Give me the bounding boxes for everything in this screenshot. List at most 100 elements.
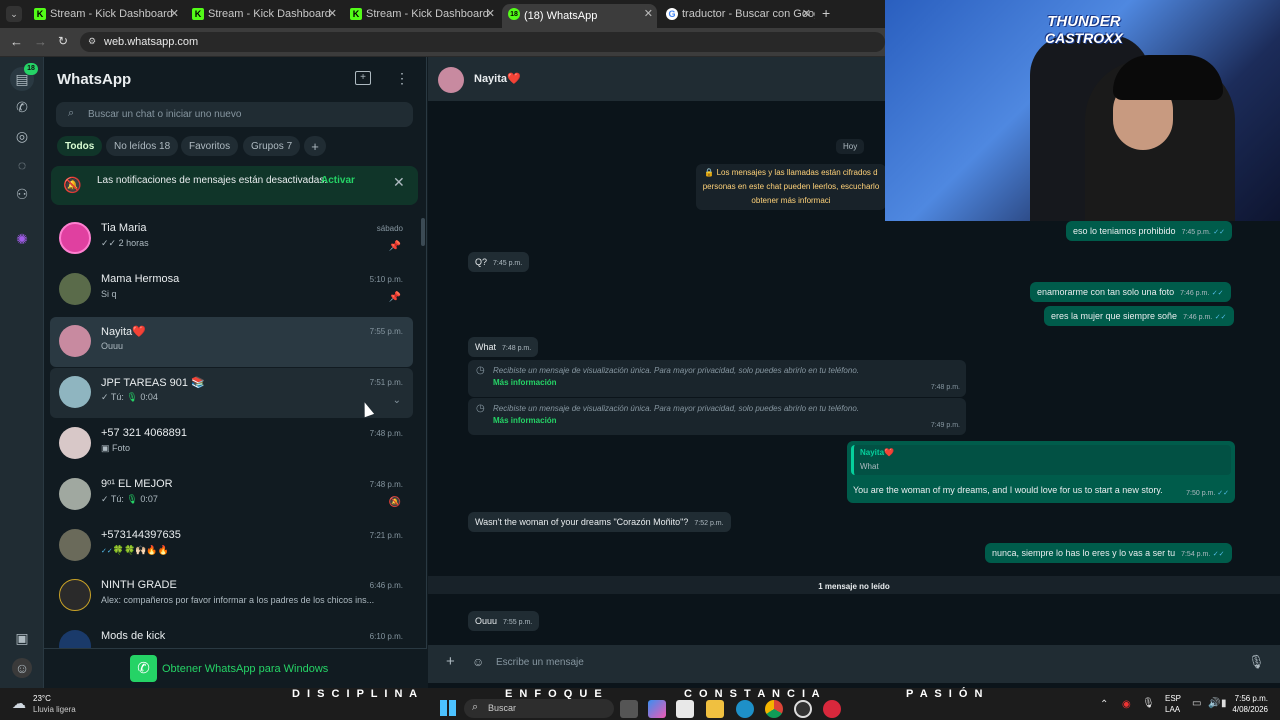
add-filter-button[interactable]: + [304,136,326,156]
message-out-reply[interactable]: Nayita❤️ What You are the woman of my dr… [847,441,1235,503]
copilot-icon[interactable] [648,700,666,718]
filter-unread[interactable]: No leídos 18 [106,136,179,156]
close-icon[interactable]: ✕ [170,7,179,20]
browser-tab-google[interactable]: Gtraductor - Buscar con Google ✕ [660,4,815,24]
chat-row[interactable]: +57 321 4068891 ▣ Foto 7:48 p.m. [50,419,413,469]
mic-icon[interactable]: 🎙 [1248,654,1265,670]
quoted-message[interactable]: Nayita❤️ What [851,445,1231,475]
close-icon[interactable]: ✕ [393,174,405,191]
message-out[interactable]: nunca, siempre lo has lo eres y lo vas a… [985,543,1232,563]
google-icon: G [666,8,678,20]
enable-notifications-link[interactable]: Activar [321,175,355,186]
new-chat-icon[interactable]: + [355,71,371,85]
message-in[interactable]: Wasn't the woman of your dreams "Corazón… [468,512,731,532]
get-app-banner[interactable]: ✆ Obtener WhatsApp para Windows [44,648,427,688]
close-icon[interactable]: ✕ [644,7,653,20]
chat-row[interactable]: Tia Maria ✓✓ 2 horas sábado 📌 [50,214,413,264]
clock-date[interactable]: 4/08/2026 [1232,705,1268,714]
weather-temp[interactable]: 23°C [33,694,51,703]
sticker-icon[interactable]: ☺ [472,655,484,669]
status-icon[interactable]: ◎ [12,126,32,146]
contact-name[interactable]: Nayita❤️ [474,72,521,85]
media-icon[interactable]: ▣ [12,628,32,648]
tray-mic-icon[interactable]: 🎙 [1142,698,1155,709]
site-info-icon[interactable]: ⚙ [88,36,96,47]
language-sub[interactable]: LAA [1165,705,1180,714]
avatar [59,222,91,254]
new-tab-button[interactable]: + [822,5,830,21]
more-info-link[interactable]: Más información [493,416,557,425]
chat-row-selected[interactable]: Nayita❤️ Ouuu 7:55 p.m. [50,317,413,367]
chat-row[interactable]: 9ᵒ¹ EL MEJOR ✓ Tú: 🎙 0:07 7:48 p.m. 🔕 [50,470,413,520]
chat-row[interactable]: JPF TAREAS 901 📚 ✓ Tú: 🎙 0:04 7:51 p.m. … [50,368,413,418]
chat-row[interactable]: +573144397635 ✓✓🍀🍀🙌🏻🔥🔥 7:21 p.m. [50,521,413,571]
back-icon[interactable]: ← [10,34,23,49]
weather-icon[interactable]: ☁ [12,695,26,712]
volume-icon[interactable]: 🔊 [1208,698,1220,709]
calls-icon[interactable]: ✆ [12,97,32,117]
message-in[interactable]: Ouuu 7:55 p.m. [468,611,540,631]
browser-tab-kick-1[interactable]: K Stream - Kick Dashboard ✕ [28,4,183,24]
profile-avatar[interactable]: ☺ [12,658,32,678]
more-info-link[interactable]: Más información [493,378,557,387]
chat-preview: ✓✓🍀🍀🙌🏻🔥🔥 [101,545,401,556]
tray-chevron-icon[interactable]: ⌃ [1100,699,1108,710]
tab-search-button[interactable]: ⌄ [6,6,22,22]
chat-row[interactable]: Mama Hermosa Si q 5:10 p.m. 📌 [50,265,413,315]
message-in[interactable]: Q? 7:45 p.m. [468,252,530,272]
language-indicator[interactable]: ESP [1165,694,1181,703]
store-icon[interactable] [676,700,694,718]
message-out[interactable]: eres la mujer que siempre soñe 7:46 p.m. … [1044,306,1234,326]
chevron-down-icon[interactable]: ⌄ [393,395,401,406]
close-icon[interactable]: ✕ [486,7,495,20]
pin-icon: 📌 [388,241,401,252]
message-out[interactable]: eso lo teniamos prohibido 7:45 p.m. ✓✓ [1066,221,1233,241]
weather-desc[interactable]: Lluvia ligera [33,705,76,714]
filter-favorites[interactable]: Favoritos [181,136,239,156]
communities-icon[interactable]: ⚇ [12,184,32,204]
browser-tab-kick-3[interactable]: K Stream - Kick Dashboard ✕ [344,4,499,24]
view-once-message[interactable]: ◷ Recibiste un mensaje de visualización … [468,398,966,435]
filter-todos[interactable]: Todos [57,136,103,156]
chat-row[interactable]: Mods de kick 6:10 p.m. [50,622,413,648]
overlay-word: C O N S T A N C I A [684,688,822,700]
tray-app-icon[interactable]: ◉ [1122,699,1131,710]
muted-icon: 🔕 [388,497,401,508]
attach-icon[interactable]: + [446,653,455,670]
message-input[interactable]: Escribe un mensaje [496,657,584,668]
file-explorer-icon[interactable] [706,700,724,718]
close-icon[interactable]: ✕ [802,7,811,20]
url-field[interactable]: ⚙ web.whatsapp.com [80,32,885,52]
contact-avatar[interactable] [438,67,464,93]
task-view-icon[interactable] [620,700,638,718]
browser-tab-kick-2[interactable]: K Stream - Kick Dashboard ✕ [186,4,341,24]
scrollbar[interactable] [421,218,425,246]
filter-groups[interactable]: Grupos 7 [243,136,301,156]
forward-icon[interactable]: → [34,34,47,49]
search-icon: ⌕ [68,107,75,119]
menu-icon[interactable]: ⋮ [395,70,409,87]
encryption-line[interactable]: obtener más informaci [700,194,882,208]
app-icon[interactable] [823,700,841,718]
get-app-link[interactable]: Obtener WhatsApp para Windows [162,663,328,675]
channels-icon[interactable]: ◌ [12,155,32,175]
chat-row[interactable]: NINTH GRADE Alex: compañeros por favor i… [50,571,413,621]
meta-ai-icon[interactable]: ✺ [12,229,32,249]
unread-badge: 18 [24,63,38,75]
webcam-overlay: THUNDER CASTROXX [885,0,1280,221]
reload-icon[interactable]: ↻ [58,34,68,48]
battery-icon[interactable]: ▮ [1221,698,1227,709]
obs-icon[interactable] [794,700,812,718]
clock-time[interactable]: 7:56 p.m. [1235,694,1268,703]
windows-start-icon[interactable] [440,700,456,716]
edge-icon[interactable] [736,700,754,718]
network-icon[interactable]: ▭ [1192,698,1201,709]
message-out[interactable]: enamorarme con tan solo una foto 7:46 p.m… [1030,282,1231,302]
message-in[interactable]: What 7:48 p.m. [468,337,539,357]
taskbar-search[interactable]: ⌕ Buscar [464,699,614,718]
view-once-message[interactable]: ◷ Recibiste un mensaje de visualización … [468,360,966,397]
browser-tab-whatsapp[interactable]: 18 (18) WhatsApp ✕ [502,4,657,28]
close-icon[interactable]: ✕ [328,7,337,20]
search-input[interactable]: ⌕ Buscar un chat o iniciar uno nuevo [56,102,413,127]
chrome-icon[interactable] [765,700,783,718]
